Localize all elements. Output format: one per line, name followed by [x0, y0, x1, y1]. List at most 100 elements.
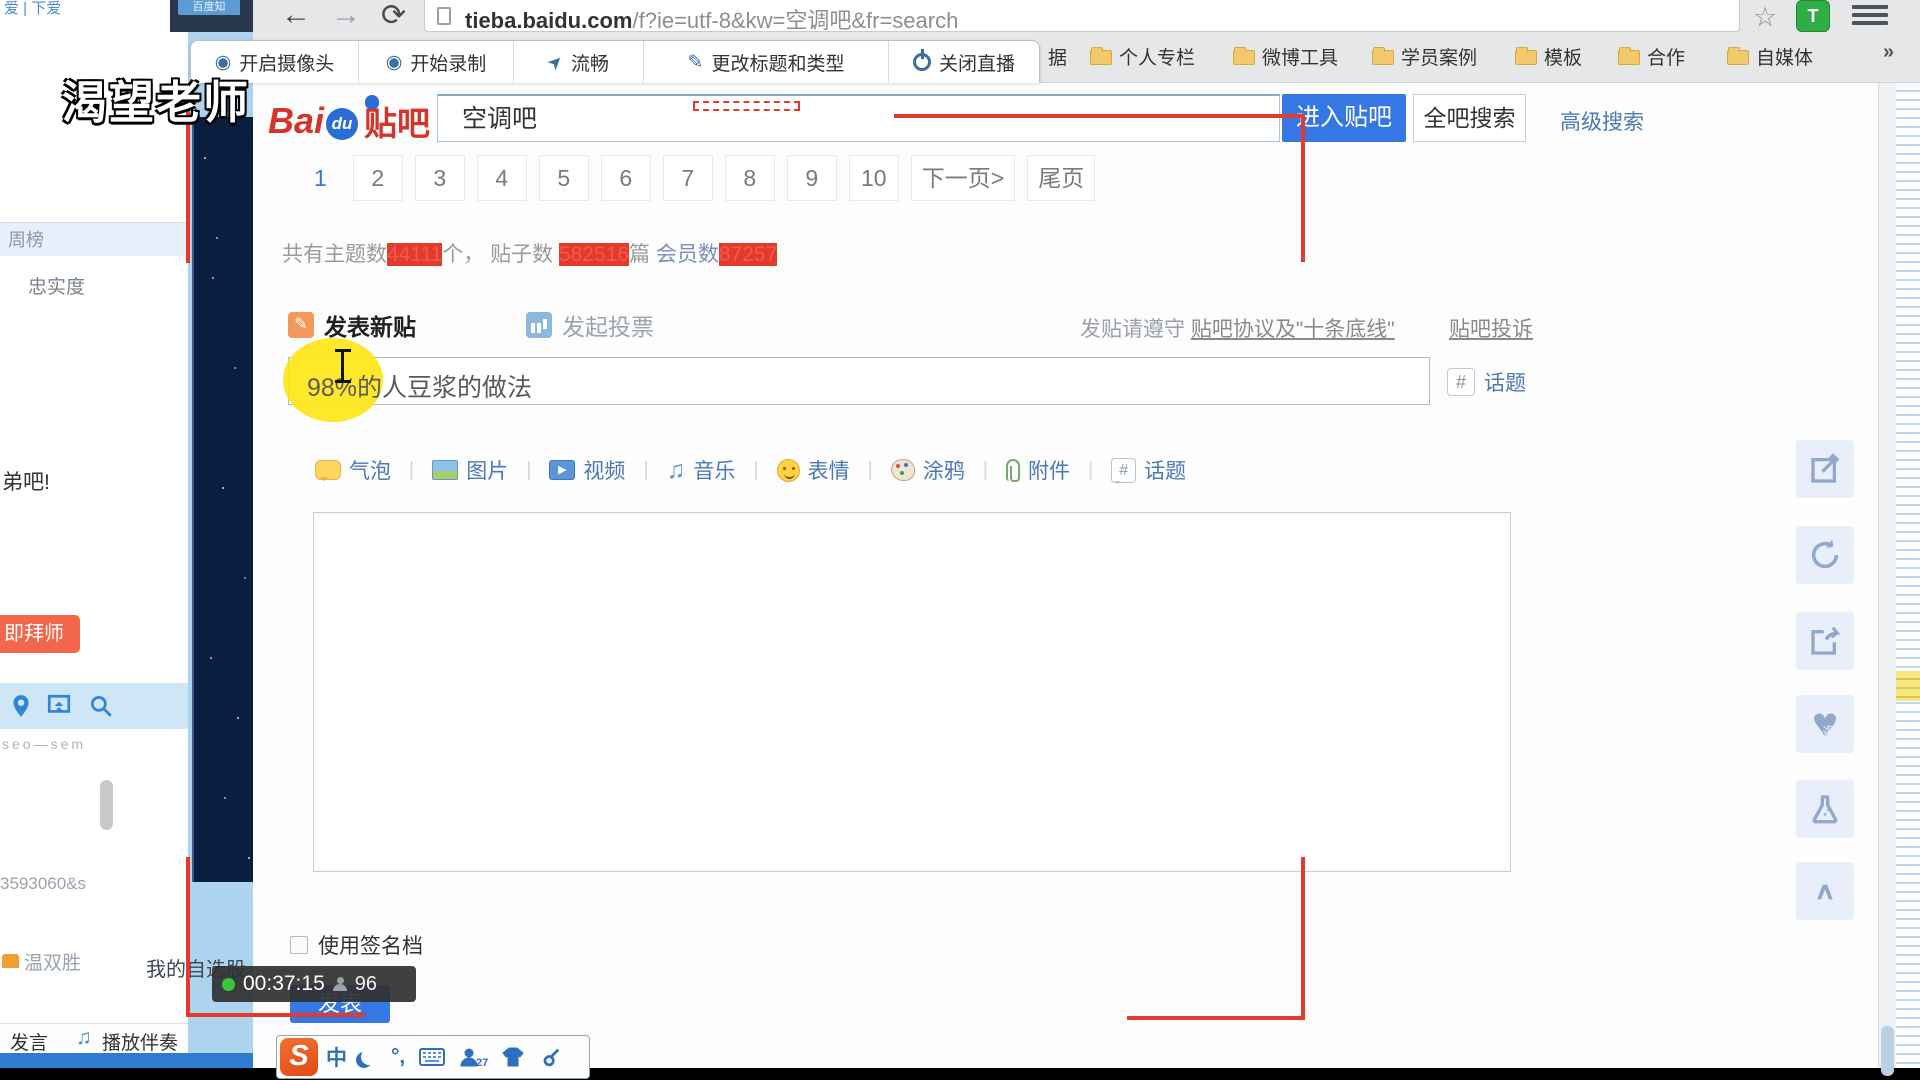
ime-fullhalf-icon[interactable] [361, 1049, 377, 1065]
week-rank-header[interactable]: 周榜 [0, 222, 188, 256]
bookmarks-overflow-icon[interactable]: » [1883, 41, 1894, 64]
share-fab[interactable] [1796, 612, 1854, 670]
page-link[interactable]: 10 [849, 155, 899, 201]
new-post-row: ✎ 发表新贴 发起投票 [288, 308, 654, 342]
url-bar[interactable]: tieba.baidu.com/f?ie=utf-8&kw=空调吧&fr=sea… [424, 0, 1740, 32]
record-icon: ◉ [386, 51, 403, 74]
page-link[interactable]: 4 [477, 155, 527, 201]
image-tool[interactable]: 图片 [432, 455, 508, 485]
post-title-input[interactable]: 98%的人豆浆的做法 [288, 357, 1430, 405]
smooth-mode-button[interactable]: ➤流畅 [514, 41, 644, 83]
left-app-bottom-bar: 发言 ♫ 播放伴奏 [0, 1023, 188, 1053]
page-link[interactable]: 2 [353, 155, 403, 201]
ime-settings-icon[interactable] [539, 1046, 561, 1068]
bookmark-partial[interactable]: 据 [1048, 43, 1067, 70]
left-app-window: 爱 | 下爱 周榜 忠实度 弟吧! 即拜师 seo—sem 3593060&s … [0, 0, 188, 1053]
paperclip-icon [1006, 459, 1020, 481]
topic-button[interactable]: # 话题 [1447, 367, 1526, 397]
next-page-link[interactable]: 下一页> [911, 155, 1015, 201]
left-app-top-links[interactable]: 爱 | 下爱 [4, 0, 61, 18]
ime-skin-icon[interactable] [501, 1047, 525, 1067]
palette-icon [891, 459, 915, 481]
ime-punct-toggle[interactable]: °, [391, 1045, 405, 1069]
bookmark-folder[interactable]: 模板 [1515, 43, 1582, 70]
editor-toolbar: 气泡| 图片| ▶视频| ♫音乐| 表情| 涂鸦| 附件| #话题 [315, 455, 1186, 485]
complaint-link[interactable]: 贴吧投诉 [1449, 313, 1533, 343]
ime-account-icon[interactable]: 27 [459, 1047, 479, 1067]
bookmark-folder[interactable]: 个人专栏 [1090, 43, 1195, 70]
browser-scrollbar[interactable] [1878, 83, 1896, 1068]
all-tieba-search-button[interactable]: 全吧搜索 [1413, 94, 1526, 142]
music-tool[interactable]: ♫音乐 [667, 455, 736, 485]
attachment-tool[interactable]: 附件 [1006, 455, 1070, 485]
page-link[interactable]: 9 [787, 155, 837, 201]
doodle-tool[interactable]: 涂鸦 [891, 455, 965, 485]
extension-shield-icon[interactable]: T [1796, 0, 1830, 32]
play-accompaniment-button[interactable]: 播放伴奏 [102, 1028, 178, 1055]
page-link[interactable]: 7 [663, 155, 713, 201]
rocket-icon: ➤ [543, 49, 569, 75]
forward-button[interactable]: → [331, 0, 361, 32]
pencil-icon: ✎ [688, 51, 704, 74]
page-link[interactable]: 3 [415, 155, 465, 201]
location-pin-icon[interactable] [8, 693, 34, 719]
page-icon [437, 7, 451, 25]
ime-mode-toggle[interactable]: 中 [326, 1042, 347, 1072]
bookmark-folder[interactable]: 合作 [1618, 43, 1685, 70]
ime-keyboard-icon[interactable] [419, 1047, 445, 1067]
bubble-tool[interactable]: 气泡 [315, 455, 391, 485]
page-link[interactable]: 5 [539, 155, 589, 201]
bookmark-folder[interactable]: 自媒体 [1727, 43, 1813, 70]
page-link[interactable]: 8 [725, 155, 775, 201]
scrollbar-thumb[interactable] [1881, 1026, 1894, 1076]
baidu-tieba-logo[interactable]: Bai du 贴吧 [268, 97, 430, 145]
search-icon[interactable] [88, 693, 114, 719]
stars-decoration [204, 157, 206, 159]
page-current[interactable]: 1 [300, 165, 341, 192]
bookmark-folder[interactable]: 微博工具 [1233, 43, 1338, 70]
baishi-button[interactable]: 即拜师 [0, 615, 80, 653]
seo-sem-label: seo—sem [2, 736, 86, 752]
page-link[interactable]: 6 [601, 155, 651, 201]
new-post-label[interactable]: 发表新贴 [324, 308, 416, 342]
bookmark-folder[interactable]: 学员案例 [1372, 43, 1477, 70]
post-content-textarea[interactable] [313, 512, 1511, 872]
pagination: 1 2 3 4 5 6 7 8 9 10 下一页> 尾页 [300, 155, 1095, 201]
sogou-logo-icon[interactable]: S [280, 1038, 318, 1076]
close-live-button[interactable]: 关闭直播 [889, 41, 1039, 83]
edit-title-button[interactable]: ✎更改标题和类型 [644, 41, 889, 83]
annotation-line [1301, 114, 1305, 262]
last-page-link[interactable]: 尾页 [1027, 155, 1095, 201]
browse-fab[interactable]: ♥逛 [1796, 695, 1854, 753]
speak-button[interactable]: 发言 [10, 1028, 48, 1055]
start-record-button[interactable]: ◉开始录制 [359, 41, 514, 83]
refresh-fab[interactable] [1796, 526, 1854, 584]
vote-icon [526, 312, 552, 338]
hash-icon: # [1447, 368, 1475, 396]
viewers-icon [333, 977, 347, 991]
lab-fab[interactable] [1796, 780, 1854, 838]
left-app-scrollbar-thumb[interactable] [100, 780, 113, 830]
vote-label[interactable]: 发起投票 [562, 308, 654, 342]
bookmark-star-icon[interactable]: ☆ [1753, 2, 1777, 33]
capture-frame-icon[interactable] [46, 693, 72, 719]
member-count: 87257 [719, 243, 777, 266]
back-to-top-fab[interactable]: ∧ [1796, 862, 1854, 920]
advanced-search-link[interactable]: 高级搜索 [1560, 106, 1644, 136]
url-text[interactable]: tieba.baidu.com/f?ie=utf-8&kw=空调吧&fr=sea… [465, 3, 958, 35]
annotation-line [1301, 857, 1305, 1020]
tieba-search-input[interactable]: 空调吧 [437, 94, 1280, 142]
emoticon-tool[interactable]: 表情 [777, 455, 850, 485]
text-cursor-icon [335, 349, 351, 383]
rules-link[interactable]: 贴吧协议及"十条底线" [1191, 318, 1395, 341]
signature-checkbox[interactable] [290, 936, 308, 954]
live-dot-icon [222, 978, 235, 991]
elapsed-time: 00:37:15 [243, 972, 325, 996]
browser-tab[interactable]: 百度知 [178, 0, 240, 15]
compose-fab[interactable] [1796, 440, 1854, 498]
reload-button[interactable]: ⟳ [381, 0, 406, 33]
menu-icon[interactable] [1852, 5, 1888, 29]
video-tool[interactable]: ▶视频 [549, 455, 625, 485]
back-button[interactable]: ← [281, 0, 311, 32]
topic-tool[interactable]: #话题 [1111, 455, 1186, 485]
